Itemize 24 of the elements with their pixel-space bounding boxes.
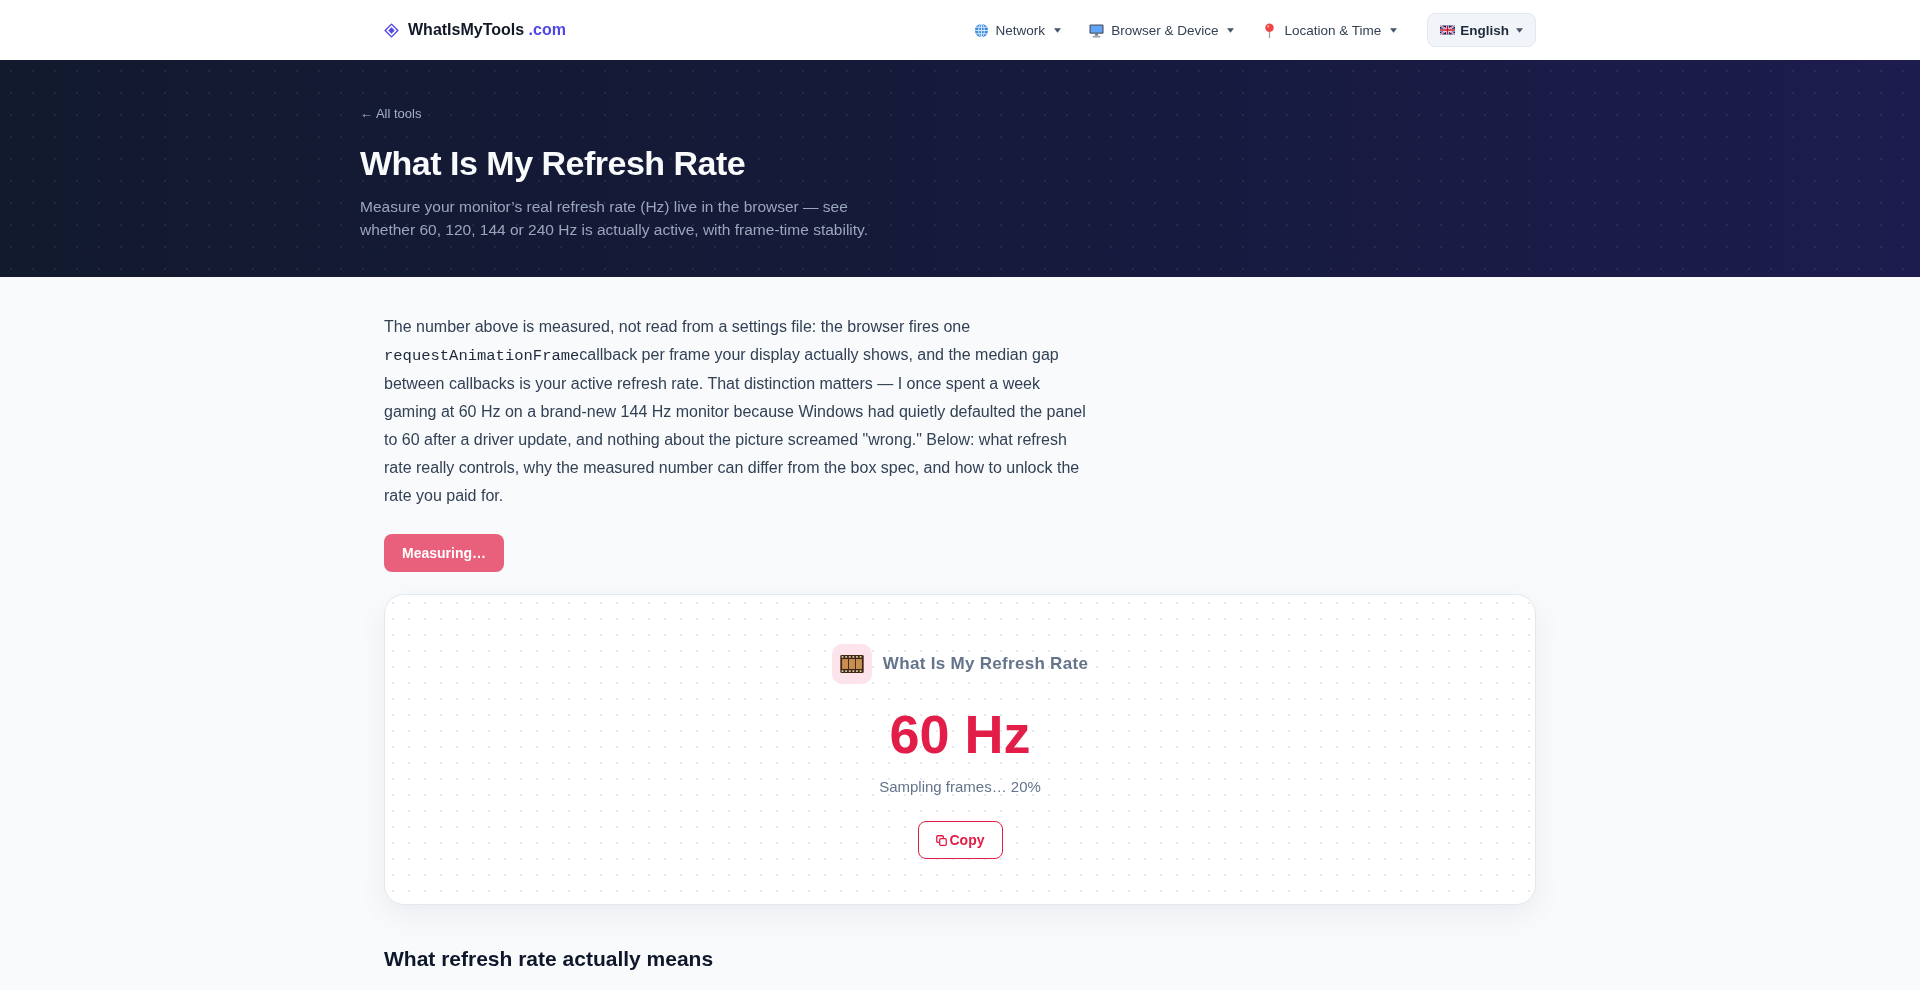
sampling-status: Sampling frames… 20% bbox=[879, 777, 1041, 797]
copy-button[interactable]: Copy bbox=[917, 821, 1003, 859]
refresh-rate-value: 60 Hz bbox=[889, 704, 1031, 764]
section-heading: What refresh rate actually means bbox=[384, 946, 714, 972]
copy-icon bbox=[935, 834, 947, 846]
globe-icon bbox=[973, 22, 989, 38]
monitor-icon bbox=[1089, 22, 1105, 38]
card-title: What Is My Refresh Rate bbox=[882, 654, 1089, 674]
page-subtitle: Measure your monitor’s real refresh rate (Hz) live in the browser — see whether 60, 120, 144 or 240 Hz is actually active, with frame-time stability. bbox=[360, 197, 869, 240]
caret-icon bbox=[1054, 27, 1062, 33]
page-title: What Is My Refresh Rate bbox=[360, 143, 746, 183]
back-link[interactable]: ← All tools bbox=[360, 105, 422, 123]
nav-menu-button[interactable]: Network bbox=[963, 16, 1072, 44]
caret-icon bbox=[1390, 27, 1398, 33]
caret-icon bbox=[1227, 27, 1235, 33]
film-icon bbox=[831, 644, 872, 684]
caret-icon bbox=[1516, 27, 1523, 33]
logo-link[interactable]: WhatIsMyTools .com bbox=[384, 21, 566, 39]
intro-paragraph: The number above is measured, not read from a settings file: the browser fires one requestAnimationFramecallback per frame your display actually shows, and the median gap between callbacks is your active refresh rate. That distinction matters — I once spent a week gaming at 60 Hz on a brand-new 144 Hz monitor because Windows had quietly defaulted the panel to 60 after a driver update, and nothing about the picture screamed "wrong." Below: what refresh rate really controls, why the measured number can differ from the box spec, and how to unlock the rate you paid for. bbox=[384, 317, 1087, 506]
nav-menu-button[interactable]: Browser & Device bbox=[1079, 16, 1245, 44]
flag-icon bbox=[1440, 25, 1456, 35]
language-selector[interactable]: English bbox=[1427, 13, 1536, 47]
diamond-icon bbox=[384, 22, 399, 38]
nav-menu-button[interactable]: Location & Time bbox=[1252, 16, 1408, 44]
